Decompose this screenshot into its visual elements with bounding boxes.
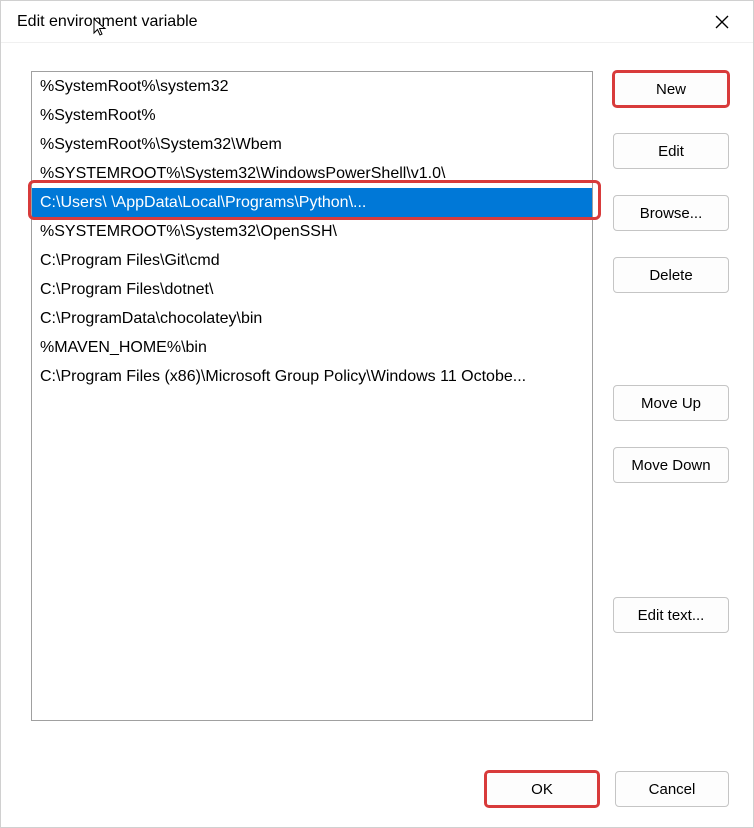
edit-button[interactable]: Edit <box>613 133 729 169</box>
list-item[interactable]: %SystemRoot% <box>32 101 592 130</box>
list-item[interactable]: C:\Program Files\Git\cmd <box>32 246 592 275</box>
list-item[interactable]: C:\Program Files\dotnet\ <box>32 275 592 304</box>
edit-env-variable-dialog: Edit environment variable %SystemRoot%\s… <box>0 0 754 828</box>
ok-button[interactable]: OK <box>485 771 599 807</box>
dialog-content: %SystemRoot%\system32 %SystemRoot% %Syst… <box>1 43 753 827</box>
main-row: %SystemRoot%\system32 %SystemRoot% %Syst… <box>31 71 729 749</box>
browse-button[interactable]: Browse... <box>613 195 729 231</box>
list-item[interactable]: C:\ProgramData\chocolatey\bin <box>32 304 592 333</box>
move-up-button[interactable]: Move Up <box>613 385 729 421</box>
close-button[interactable] <box>699 6 745 38</box>
path-listbox[interactable]: %SystemRoot%\system32 %SystemRoot% %Syst… <box>31 71 593 721</box>
list-item[interactable]: %MAVEN_HOME%\bin <box>32 333 592 362</box>
close-icon <box>715 15 729 29</box>
list-item[interactable]: %SYSTEMROOT%\System32\WindowsPowerShell\… <box>32 159 592 188</box>
list-item[interactable]: %SystemRoot%\System32\Wbem <box>32 130 592 159</box>
list-item-selected[interactable]: C:\Users\ \AppData\Local\Programs\Python… <box>32 188 592 217</box>
spacer <box>613 319 729 359</box>
dialog-footer: OK Cancel <box>31 749 729 807</box>
list-wrapper: %SystemRoot%\system32 %SystemRoot% %Syst… <box>31 71 593 749</box>
new-button[interactable]: New <box>613 71 729 107</box>
delete-button[interactable]: Delete <box>613 257 729 293</box>
list-item[interactable]: %SystemRoot%\system32 <box>32 72 592 101</box>
spacer <box>613 509 729 571</box>
window-title: Edit environment variable <box>17 13 198 31</box>
edit-text-button[interactable]: Edit text... <box>613 597 729 633</box>
list-item[interactable]: %SYSTEMROOT%\System32\OpenSSH\ <box>32 217 592 246</box>
cancel-button[interactable]: Cancel <box>615 771 729 807</box>
buttons-column: New Edit Browse... Delete Move Up Move D… <box>613 71 729 749</box>
list-item[interactable]: C:\Program Files (x86)\Microsoft Group P… <box>32 362 592 391</box>
titlebar: Edit environment variable <box>1 1 753 43</box>
move-down-button[interactable]: Move Down <box>613 447 729 483</box>
